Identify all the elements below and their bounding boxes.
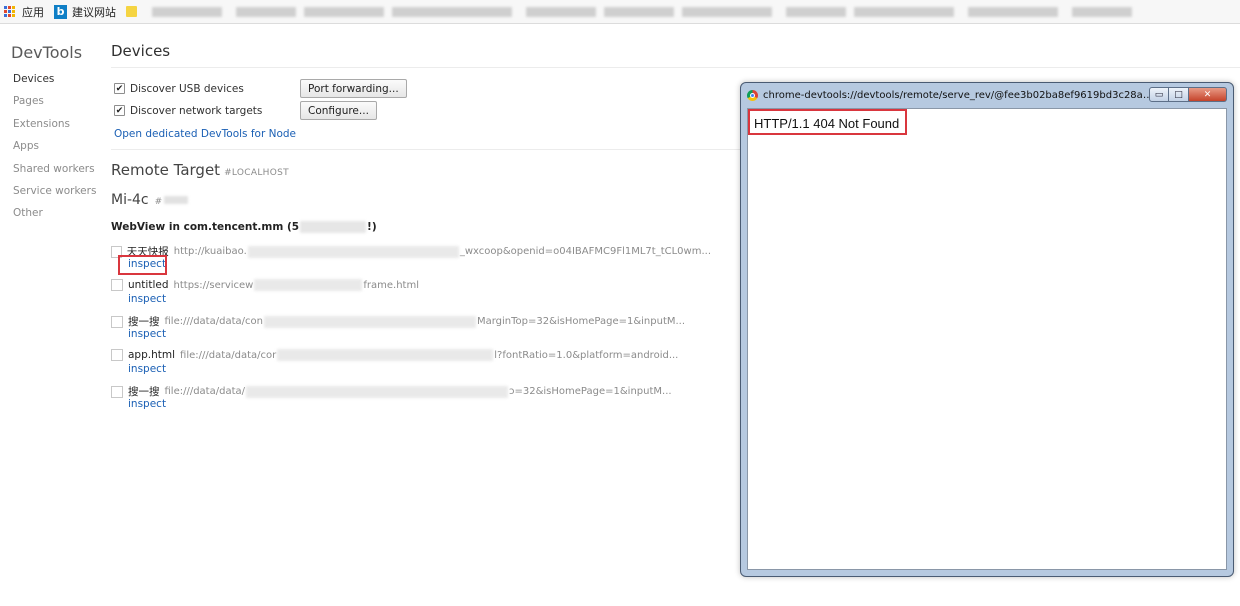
- target-name: 搜一搜: [128, 386, 160, 398]
- inspect-link[interactable]: inspect: [128, 363, 166, 375]
- target-url-start: file:///data/data/con: [164, 316, 263, 327]
- target-url-start: file:///data/data/cor: [180, 349, 277, 361]
- remote-target-tag: #LOCALHOST: [224, 168, 289, 178]
- inspect-link[interactable]: inspect: [128, 398, 166, 410]
- node-devtools-link[interactable]: Open dedicated DevTools for Node: [114, 128, 296, 140]
- sidebar-item-pages[interactable]: Pages: [13, 95, 96, 117]
- target-url-end: frame.html: [363, 279, 419, 291]
- bookmark-apps-label: 应用: [22, 5, 44, 19]
- sidebar-item-apps[interactable]: Apps: [13, 140, 96, 162]
- blurred-bookmark[interactable]: [1072, 6, 1132, 17]
- divider: [111, 149, 741, 150]
- usb-option-row: ✔ Discover USB devices Port forwarding..…: [114, 79, 407, 98]
- target-url-end: MarginTop=32&isHomePage=1&inputM...: [476, 316, 686, 327]
- target-thumbnail: [111, 385, 123, 398]
- usb-checkbox[interactable]: ✔: [114, 83, 125, 94]
- device-name: Mi-4c: [111, 192, 149, 208]
- minimize-icon[interactable]: ▭: [1149, 87, 1169, 102]
- blurred-bookmark[interactable]: [604, 6, 674, 17]
- blurred-serial: [164, 196, 189, 204]
- blurred-bookmark[interactable]: [236, 6, 296, 17]
- devtools-title: DevTools: [11, 43, 83, 62]
- target-name: untitled: [128, 279, 169, 291]
- configure-button[interactable]: Configure...: [300, 101, 377, 120]
- blurred-bookmark[interactable]: [682, 6, 772, 17]
- apps-grid-icon: [4, 5, 16, 18]
- folder-icon: [126, 6, 137, 17]
- target-name: app.html: [128, 349, 176, 361]
- target-url-end: ɔ=32&isHomePage=1&inputM...: [509, 386, 672, 397]
- blurred-url: [246, 385, 508, 398]
- bookmark-suggested-sites[interactable]: b 建议网站: [54, 4, 116, 20]
- blurred-pid: [300, 221, 367, 233]
- remote-target-title: Remote Target #LOCALHOST: [111, 161, 289, 179]
- popup-title: chrome-devtools://devtools/remote/serve_…: [763, 89, 1153, 101]
- blurred-bookmark[interactable]: [526, 6, 596, 17]
- bookmark-apps[interactable]: 应用: [4, 4, 44, 20]
- network-label: Discover network targets: [130, 104, 263, 117]
- remote-target-label: Remote Target: [111, 161, 221, 179]
- bookmark-folder[interactable]: [126, 6, 142, 17]
- target-url-end: _wxcoop&openid=o04IBAFMC9Fl1ML7t_tCL0wm.…: [459, 246, 711, 257]
- target-thumbnail: [111, 315, 123, 328]
- target-url-start: https://servicew: [173, 279, 254, 291]
- network-checkbox[interactable]: ✔: [114, 105, 125, 116]
- target-item: 搜一搜 file:///data/data/con MarginTop=32&i…: [111, 314, 711, 340]
- sidebar-item-other[interactable]: Other: [13, 207, 96, 229]
- popup-titlebar[interactable]: chrome-devtools://devtools/remote/serve_…: [741, 83, 1233, 107]
- sidebar: DevTools Devices Pages Extensions Apps S…: [0, 25, 100, 606]
- inspect-link[interactable]: inspect: [128, 293, 166, 305]
- blurred-url: [263, 315, 476, 328]
- device-title: Mi-4c #: [111, 192, 189, 208]
- target-item: app.html file:///data/data/cor l?fontRat…: [111, 349, 711, 375]
- chrome-icon: [747, 89, 758, 101]
- sidebar-item-service-workers[interactable]: Service workers: [13, 185, 96, 207]
- target-item: untitled https://servicew frame.html ins…: [111, 279, 711, 305]
- blurred-bookmark[interactable]: [786, 6, 846, 17]
- blurred-bookmark[interactable]: [854, 6, 954, 17]
- page-title: Devices: [111, 42, 171, 60]
- target-item: 天天快报 http://kuaibao. _wxcoop&openid=o04I…: [111, 244, 711, 270]
- target-thumbnail: [111, 279, 123, 291]
- sidebar-item-extensions[interactable]: Extensions: [13, 118, 96, 140]
- sidebar-item-shared-workers[interactable]: Shared workers: [13, 163, 96, 185]
- close-icon[interactable]: ✕: [1189, 87, 1227, 102]
- inspect-link[interactable]: inspect: [128, 328, 166, 340]
- blurred-bookmark[interactable]: [152, 6, 222, 17]
- blurred-bookmark[interactable]: [392, 6, 512, 17]
- popup-content: HTTP/1.1 404 Not Found: [747, 108, 1227, 570]
- divider: [111, 67, 1240, 68]
- blurred-url: [254, 279, 363, 291]
- devtools-popup-window: chrome-devtools://devtools/remote/serve_…: [740, 82, 1234, 577]
- target-thumbnail: [111, 349, 123, 361]
- webview-title: WebView in com.tencent.mm (5 !): [111, 221, 377, 233]
- webview-title-prefix: WebView in com.tencent.mm (5: [111, 221, 300, 233]
- highlight-box: [748, 109, 907, 135]
- target-name: 搜一搜: [128, 316, 160, 328]
- blurred-url: [277, 349, 494, 361]
- port-forwarding-button[interactable]: Port forwarding...: [300, 79, 407, 98]
- blurred-bookmark[interactable]: [304, 6, 384, 17]
- window-controls: ▭ □ ✕: [1149, 87, 1227, 102]
- network-option-row: ✔ Discover network targets Configure...: [114, 101, 377, 120]
- webview-title-suffix: !): [367, 221, 377, 233]
- blurred-url: [247, 245, 459, 258]
- bookmarks-bar: 应用 b 建议网站: [0, 0, 1240, 24]
- target-url-start: file:///data/data/: [164, 386, 246, 397]
- bookmark-suggested-label: 建议网站: [72, 5, 116, 19]
- blurred-bookmark[interactable]: [968, 6, 1058, 17]
- maximize-icon[interactable]: □: [1169, 87, 1189, 102]
- target-url-end: l?fontRatio=1.0&platform=android...: [494, 349, 679, 361]
- target-url-start: http://kuaibao.: [173, 246, 247, 257]
- device-tag: #: [154, 197, 163, 207]
- sidebar-nav: Devices Pages Extensions Apps Shared wor…: [13, 73, 96, 230]
- bing-icon: b: [54, 4, 67, 19]
- highlight-box: [118, 255, 167, 275]
- usb-label: Discover USB devices: [130, 82, 244, 95]
- target-item: 搜一搜 file:///data/data/ ɔ=32&isHomePage=1…: [111, 384, 711, 410]
- sidebar-item-devices[interactable]: Devices: [13, 73, 96, 95]
